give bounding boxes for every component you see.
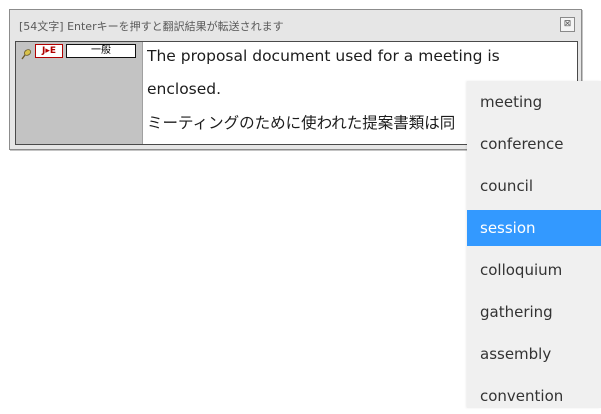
translation-mode-badge[interactable]: 一般 (66, 44, 136, 58)
dropdown-option-assembly[interactable]: assembly (467, 336, 601, 372)
close-button[interactable]: ⊠ (560, 17, 575, 32)
pin-icon[interactable] (20, 45, 32, 60)
language-direction-badge[interactable]: J▸E (35, 44, 63, 58)
english-line-1: The proposal document used for a meeting… (147, 47, 500, 65)
dropdown-option-colloquium[interactable]: colloquium (467, 252, 601, 288)
dropdown-option-meeting[interactable]: meeting (467, 84, 601, 120)
dropdown-option-gathering[interactable]: gathering (467, 294, 601, 330)
dropdown-option-convention[interactable]: convention (467, 378, 601, 414)
japanese-line: ミーティングのために使われた提案書類は同 (147, 114, 456, 132)
dropdown-option-conference[interactable]: conference (467, 126, 601, 162)
english-line-2: enclosed. (147, 80, 222, 98)
dropdown-option-session[interactable]: session (467, 210, 601, 246)
window-title: [54文字] Enterキーを押すと翻訳結果が転送されます (19, 20, 284, 33)
word-alternatives-dropdown[interactable]: meeting conference council session colloquiu… (467, 81, 601, 408)
info-panel: J▸E 一般 (16, 42, 143, 144)
title-bar: [54文字] Enterキーを押すと翻訳結果が転送されます ⊠ (10, 10, 581, 40)
dropdown-option-council[interactable]: council (467, 168, 601, 204)
